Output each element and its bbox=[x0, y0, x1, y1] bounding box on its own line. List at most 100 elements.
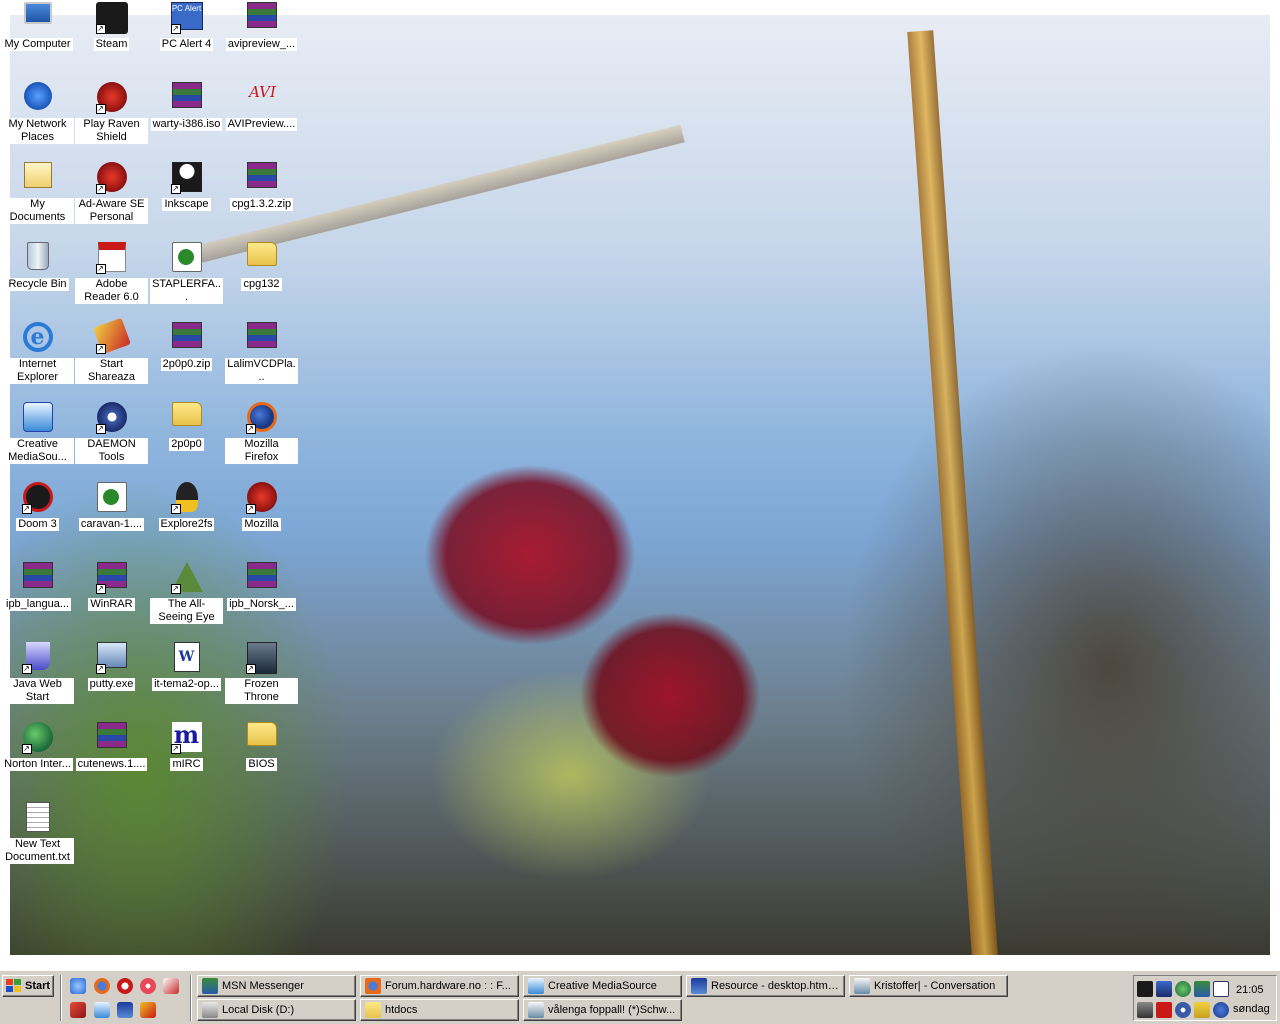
desktop-icon[interactable]: ↗ Mozilla Firefox bbox=[224, 400, 299, 478]
desktop-icon[interactable]: ↗ Inkscape bbox=[149, 160, 224, 238]
desktop-icon-label: STAPLERFA... bbox=[150, 278, 223, 304]
shortcut-arrow-icon: ↗ bbox=[21, 504, 32, 514]
desktop-icon[interactable]: Wit-tema2-op... bbox=[149, 640, 224, 718]
desktop-icon-label: The All-Seeing Eye bbox=[150, 598, 223, 624]
desktop-icon[interactable]: ↗ Start Shareaza bbox=[74, 317, 149, 398]
desktop-icon[interactable]: ↗ Java Web Start bbox=[0, 640, 75, 718]
desktop-icon[interactable]: ↗ Norton Inter... bbox=[0, 720, 75, 798]
start-button[interactable]: Start bbox=[2, 975, 54, 997]
desktop-icon[interactable]: ↗ Doom 3 bbox=[0, 480, 75, 558]
desktop-icon[interactable]: cpg1.3.2.zip bbox=[224, 160, 299, 238]
desktop-icon[interactable]: New Text Document.txt bbox=[0, 800, 75, 878]
resource-editor-icon[interactable] bbox=[117, 1002, 133, 1018]
desktop-icon[interactable]: cutenews.1.... bbox=[74, 720, 149, 798]
desktop-icon-label: My Network Places bbox=[1, 118, 74, 144]
network-tray-icon[interactable] bbox=[1175, 981, 1191, 997]
desktop-icon[interactable]: ↗ Explore2fs bbox=[149, 480, 224, 558]
ad-aware-icon[interactable] bbox=[140, 1002, 156, 1018]
my-documents-icon bbox=[22, 162, 54, 194]
desktop-icon[interactable]: caravan-1.... bbox=[74, 480, 149, 558]
taskbar-button[interactable]: Resource - desktop.html ... bbox=[686, 975, 845, 997]
winrar-icon: ↗ bbox=[95, 562, 128, 594]
steam-tray-icon[interactable] bbox=[1137, 981, 1153, 997]
desktop-icon[interactable]: warty-i386.iso bbox=[149, 80, 224, 158]
taskbar-button[interactable]: MSN Messenger bbox=[197, 975, 356, 997]
monitor-tray-icon[interactable] bbox=[1156, 981, 1172, 997]
desktop-icon[interactable]: ↗ Frozen Throne bbox=[224, 640, 299, 718]
mozilla-icon: ↗ bbox=[245, 482, 278, 514]
desktop-icon[interactable]: ↗ The All-Seeing Eye bbox=[149, 560, 224, 638]
desktop-icon-label: My Documents bbox=[1, 198, 74, 224]
my-computer-icon bbox=[22, 2, 54, 34]
desktop-icon-label: Mozilla Firefox bbox=[225, 438, 298, 464]
desktop-icon-label: cutenews.1.... bbox=[75, 758, 148, 771]
msn-messenger-tray-icon[interactable] bbox=[1194, 981, 1210, 997]
desktop-icon[interactable]: ↗ putty.exe bbox=[74, 640, 149, 718]
daemon-tools-tray-icon[interactable] bbox=[1175, 1002, 1191, 1018]
shortcut-arrow-icon: ↗ bbox=[95, 664, 106, 674]
media-player-icon[interactable] bbox=[117, 978, 133, 994]
desktop-icon[interactable]: My Documents bbox=[0, 160, 75, 238]
shortcut-arrow-icon: ↗ bbox=[170, 584, 181, 594]
shareaza-icon[interactable] bbox=[163, 978, 179, 994]
desktop-icon[interactable]: Creative MediaSou... bbox=[0, 400, 75, 478]
show-desktop-icon[interactable] bbox=[70, 978, 86, 994]
start-label: Start bbox=[25, 980, 51, 992]
desktop-icon[interactable]: ↗ DAEMON Tools bbox=[74, 400, 149, 478]
desktop-icon[interactable]: BIOS bbox=[224, 720, 299, 798]
taskbar-button[interactable]: Local Disk (D:) bbox=[197, 999, 356, 1021]
desktop-icon[interactable]: LalimVCDPla... bbox=[224, 320, 299, 398]
desktop-icon[interactable]: m ↗ mIRC bbox=[149, 720, 224, 798]
mail-tray-icon[interactable] bbox=[1213, 981, 1229, 997]
desktop-icon-label: Recycle Bin bbox=[6, 278, 69, 291]
shortcut-arrow-icon: ↗ bbox=[95, 264, 106, 274]
recording-icon[interactable] bbox=[140, 978, 156, 994]
globe-tray-icon[interactable] bbox=[1213, 1002, 1229, 1018]
desktop-icon[interactable]: My Network Places bbox=[0, 80, 75, 158]
taskbar-button[interactable]: Creative MediaSource bbox=[523, 975, 682, 997]
desktop-icon[interactable]: Recycle Bin bbox=[0, 240, 75, 318]
desktop-icon[interactable]: ↗ WinRAR bbox=[74, 560, 149, 638]
desktop-icon[interactable]: avipreview_... bbox=[224, 0, 299, 78]
desktop-icon[interactable]: ↗ Adobe Reader 6.0 bbox=[74, 240, 149, 318]
taskbar-button[interactable]: Forum.hardware.no : : F... bbox=[360, 975, 519, 997]
desktop-icon[interactable]: ipb_Norsk_... bbox=[224, 560, 299, 638]
folder-tray-icon[interactable] bbox=[1194, 1002, 1210, 1018]
taskbar-button-label: vålenga foppall! (*)Schw... bbox=[548, 1004, 676, 1016]
desktop-icon[interactable]: My Computer bbox=[0, 0, 75, 78]
desktop-icon-label: Adobe Reader 6.0 bbox=[75, 278, 148, 304]
desktop-icon[interactable]: ↗ Mozilla bbox=[224, 480, 299, 558]
desktop-icon[interactable]: PC Alert ↗ PC Alert 4 bbox=[149, 0, 224, 78]
clock-time[interactable]: 21:05 bbox=[1236, 984, 1264, 996]
antivirus-tray-icon[interactable] bbox=[1156, 1002, 1172, 1018]
taskbar-button[interactable]: vålenga foppall! (*)Schw... bbox=[523, 999, 682, 1021]
taskbar-button[interactable]: htdocs bbox=[360, 999, 519, 1021]
desktop-icon[interactable]: ↗ Play Raven Shield bbox=[74, 80, 149, 158]
creative-mediasource-icon[interactable] bbox=[94, 1002, 110, 1018]
desktop-icon[interactable]: 2p0p0 bbox=[149, 400, 224, 478]
desktop[interactable]: My Computer ↗ Steam PC Alert ↗ PC Alert 4 avip… bbox=[0, 0, 1280, 970]
desktop-icon[interactable]: e Internet Explorer bbox=[0, 320, 75, 398]
java-icon: ↗ bbox=[21, 642, 54, 674]
desktop-icon[interactable]: ↗ Ad-Aware SE Personal bbox=[74, 160, 149, 238]
desktop-icon[interactable]: STAPLERFA... bbox=[149, 240, 224, 318]
desktop-icon[interactable]: 2p0p0.zip bbox=[149, 320, 224, 398]
taskbar-button[interactable]: Kristoffer| - Conversation bbox=[849, 975, 1008, 997]
steam-icon: ↗ bbox=[95, 2, 128, 34]
desktop-icon-label: cpg132 bbox=[241, 278, 282, 291]
conversation-icon bbox=[854, 978, 870, 994]
word-document-icon: W bbox=[171, 642, 203, 674]
raven-shield-icon[interactable] bbox=[70, 1002, 86, 1018]
internet-explorer-icon: e bbox=[22, 322, 54, 354]
desktop-icon[interactable]: ipb_langua... bbox=[0, 560, 75, 638]
shortcut-arrow-icon: ↗ bbox=[95, 184, 106, 194]
folder-icon bbox=[365, 1002, 381, 1018]
all-seeing-eye-icon: ↗ bbox=[170, 562, 203, 594]
desktop-icon[interactable]: ↗ Steam bbox=[74, 0, 149, 78]
firefox-icon[interactable] bbox=[94, 978, 110, 994]
desktop-icon-label: 2p0p0.zip bbox=[160, 358, 213, 371]
desktop-icon[interactable]: cpg132 bbox=[224, 240, 299, 318]
desktop-icon[interactable]: AVI AVIPreview.... bbox=[224, 80, 299, 158]
winrar-archive-icon bbox=[22, 562, 54, 594]
hardware-tray-icon[interactable] bbox=[1137, 1002, 1153, 1018]
